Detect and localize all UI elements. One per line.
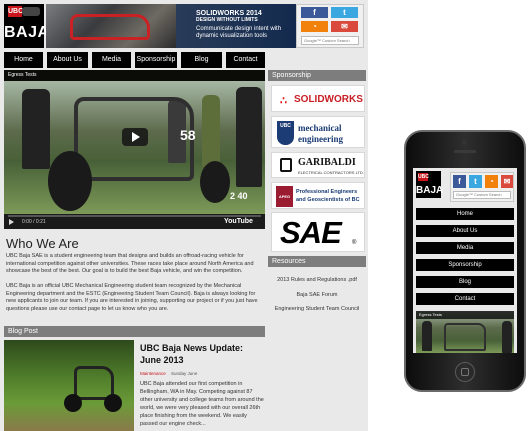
phone-speaker [454, 150, 476, 153]
logo-baja-text: BAJA [4, 24, 50, 41]
twitter-icon[interactable]: t [331, 7, 358, 18]
resource-link[interactable]: Engineering Student Team Council [268, 306, 366, 312]
nav-sponsorship[interactable]: Sponsorship [135, 52, 177, 68]
mobile-nav-contact[interactable]: Contact [416, 293, 514, 305]
resource-link[interactable]: 2013 Rules and Regulations .pdf [268, 277, 366, 283]
blog-meta: Maintenance Sunday June [140, 371, 197, 376]
social-search-box: f t ◔ ✉ Google™ Custom Search [296, 4, 364, 48]
registered-icon: ® [352, 240, 357, 246]
sponsor-garibaldi[interactable]: GARIBALDI ELECTRICAL CONTRACTORS LTD. [271, 152, 365, 178]
blog-category[interactable]: Maintenance [140, 371, 166, 376]
sponsor-ubc-mech[interactable]: UBC mechanical engineering [271, 116, 365, 148]
garibaldi-subtitle: ELECTRICAL CONTRACTORS LTD. [298, 170, 364, 175]
phone-camera-icon [462, 140, 467, 145]
sponsorship-heading: Sponsorship [268, 70, 366, 81]
sae-wordmark: SAE [280, 215, 342, 250]
mobile-logo-baja: BAJA [416, 185, 444, 196]
solidworks-wordmark: SOLIDWORKS [294, 94, 363, 105]
rss-icon[interactable]: ◔ [301, 21, 328, 32]
buggy-tire [48, 151, 92, 211]
mobile-buggy-frame [444, 323, 486, 351]
person-figure [236, 87, 262, 187]
video-player[interactable]: Egress Tests 58 2 40 0:00 / 0:21 YouTube [4, 70, 265, 229]
who-paragraph-1: UBC Baja SAE is a student engineering te… [6, 253, 254, 274]
apeg-mark-icon: APEG [276, 186, 293, 207]
blog-buggy-tire [104, 394, 122, 412]
email-icon[interactable]: ✉ [331, 21, 358, 32]
video-title-bar: Egress Tests [4, 70, 265, 81]
nav-blog[interactable]: Blog [181, 52, 222, 68]
banner-buggy-graphic [70, 14, 150, 40]
buggy-tire [200, 161, 230, 203]
play-icon [132, 132, 140, 142]
banner-tagline: Communicate design intent with dynamic v… [196, 26, 282, 39]
mobile-nav-about-us[interactable]: About Us [416, 225, 514, 237]
blog-excerpt: UBC Baja attended our first competition … [140, 381, 264, 427]
solidworks-ds-icon: ∴ [280, 95, 287, 107]
garibaldi-mark-icon [280, 158, 292, 172]
nav-media[interactable]: Media [92, 52, 131, 68]
apeg-line2: and Geoscientists of BC [296, 197, 360, 203]
blog-date: Sunday June [171, 371, 198, 376]
car-number: 58 [180, 127, 196, 143]
mobile-twitter-icon[interactable]: t [469, 175, 482, 188]
mobile-rss-icon[interactable]: ◔ [485, 175, 498, 188]
mobile-logo-ubc: UBC [418, 173, 429, 181]
nav-about-us[interactable]: About Us [47, 52, 88, 68]
nav-home[interactable]: Home [4, 52, 43, 68]
person-figure [22, 89, 50, 169]
ubc-mech-line2: engineering [298, 134, 343, 144]
mobile-nav-blog[interactable]: Blog [416, 276, 514, 288]
sponsor-sae[interactable]: SAE ® [271, 212, 365, 252]
sponsor-solidworks[interactable]: ∴ SOLIDWORKS [271, 85, 365, 112]
blog-heading: Blog Post [4, 326, 265, 337]
ubc-mech-line1: mechanical [298, 123, 342, 133]
person-figure [422, 321, 432, 351]
mobile-nav-home[interactable]: Home [416, 208, 514, 220]
blog-title-link[interactable]: UBC Baja News Update: June 2013 [140, 342, 266, 366]
mobile-email-icon[interactable]: ✉ [501, 175, 513, 188]
video-thumbnail: 58 2 40 [4, 81, 265, 214]
logo-car-graphic [22, 7, 40, 16]
logo-ubc-mark: UBC [8, 6, 24, 17]
play-small-icon[interactable] [9, 219, 14, 225]
desktop-site: UBC BAJA SOLIDWORKS 2014 DESIGN WITHOUT … [0, 0, 368, 431]
search-input[interactable]: Google™ Custom Search [301, 36, 359, 45]
garibaldi-wordmark: GARIBALDI [298, 157, 356, 168]
overlay-number: 2 40 [230, 191, 248, 201]
youtube-logo[interactable]: YouTube [224, 218, 253, 225]
person-figure [202, 95, 220, 167]
ubc-crest-icon: UBC [277, 121, 294, 145]
mobile-video-title: Egress Tests [416, 311, 514, 319]
resource-link[interactable]: Baja SAE Forum [268, 292, 366, 298]
banner-title: SOLIDWORKS 2014 [196, 10, 262, 17]
apeg-line1: Professional Engineers [296, 189, 358, 195]
video-controls: 0:00 / 0:21 YouTube [4, 214, 265, 229]
video-progress-bar[interactable] [8, 215, 261, 217]
person-figure [502, 321, 512, 353]
home-square-icon [461, 368, 469, 376]
blog-buggy-tire [64, 394, 82, 412]
sponsor-banner[interactable]: SOLIDWORKS 2014 DESIGN WITHOUT LIMITS Co… [46, 4, 296, 48]
mobile-facebook-icon[interactable]: f [453, 175, 466, 188]
resources-heading: Resources [268, 256, 366, 267]
banner-subtitle: DESIGN WITHOUT LIMITS [196, 17, 258, 23]
mobile-nav-media[interactable]: Media [416, 242, 514, 254]
video-time: 0:00 / 0:21 [22, 219, 46, 225]
mobile-search-input[interactable]: Google™ Custom Search [453, 191, 511, 199]
who-heading: Who We Are [6, 236, 79, 251]
mobile-nav-sponsorship[interactable]: Sponsorship [416, 259, 514, 271]
mobile-video-player[interactable]: Egress Tests [416, 311, 514, 353]
sponsor-apeg[interactable]: APEG Professional Engineers and Geoscien… [271, 182, 365, 209]
who-paragraph-2: UBC Baja is an official UBC Mechanical E… [6, 283, 258, 312]
blog-image[interactable] [4, 340, 134, 431]
facebook-icon[interactable]: f [301, 7, 328, 18]
nav-contact[interactable]: Contact [226, 52, 265, 68]
